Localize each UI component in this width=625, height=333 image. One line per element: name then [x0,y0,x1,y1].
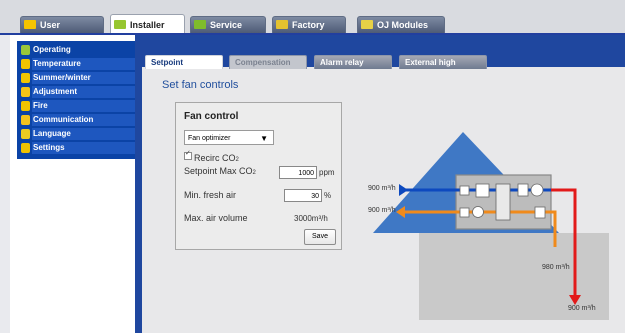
sidebar-item-label: Settings [33,143,65,152]
installer-icon [114,20,126,29]
flow-middle-label: 900 m³/h [368,207,396,214]
heat-exchanger-icon [475,183,490,198]
supply-fan-icon [530,183,544,197]
sidebar-item-label: Language [33,129,71,138]
save-button[interactable]: Save [304,229,336,245]
flow-bottom-label: 900 m³/h [568,305,596,312]
adjustment-icon [21,87,30,97]
sidebar-item-communication[interactable]: Communication [17,113,135,127]
setpoint-unit: ppm [319,168,335,177]
temperature-icon [21,59,30,69]
service-icon [194,20,206,29]
tab-compensation-label: Compensation [235,58,291,67]
chevron-down-icon: ▼ [260,134,268,143]
tab-service-label: Service [210,20,243,30]
extract-filter-icon [459,207,470,218]
max-air-volume-value: 3000m³/h [294,214,328,223]
operating-icon [21,45,30,55]
setpoint-label: Setpoint Max CO2 [184,166,256,176]
tab-factory-label: Factory [292,20,325,30]
min-fresh-air-unit: % [324,191,332,200]
page-title: Set fan controls [162,79,239,91]
tab-setpoint[interactable]: Setpoint [145,55,223,69]
summer-winter-icon [21,73,30,83]
flow-right-label: 980 m³/h [542,264,570,271]
heater-icon [517,183,529,197]
user-icon [24,20,36,29]
extract-sensor-icon [534,206,546,219]
tab-user[interactable]: User [20,16,104,33]
sidebar-item-label: Fire [33,101,48,110]
tab-alarm-relay-label: Alarm relay [320,58,364,67]
setpoint-subscript: 2 [252,170,256,176]
tab-compensation[interactable]: Compensation [229,55,307,69]
recirc-co2-label: Recirc CO [194,153,236,163]
tab-factory[interactable]: Factory [272,16,346,33]
sidebar-item-summer-winter[interactable]: Summer/winter [17,71,135,85]
sidebar-item-label: Operating [33,45,71,54]
tab-alarm-relay[interactable]: Alarm relay [314,55,392,69]
sidebar-item-operating[interactable]: Operating [17,43,135,57]
top-tab-bar: User Installer Service Factory OJ Module… [0,0,625,34]
min-fresh-air-input[interactable]: 30 [284,189,322,202]
sidebar-item-language[interactable]: Language [17,127,135,141]
language-icon [21,129,30,139]
sidebar-item-label: Temperature [33,59,81,68]
tab-external-high[interactable]: External high [399,55,487,69]
tab-installer[interactable]: Installer [110,14,185,34]
tab-installer-label: Installer [130,20,165,30]
sidebar-item-temperature[interactable]: Temperature [17,57,135,71]
extract-fan-icon [472,206,484,218]
tab-user-label: User [40,20,61,30]
fan-control-box: Fan control Fan optimizer▼ Recirc CO2 Se… [175,102,342,250]
fan-mode-value: Fan optimizer [188,135,231,142]
sidebar-item-label: Summer/winter [33,73,91,82]
settings-icon [21,143,30,153]
tab-setpoint-label: Setpoint [151,58,183,67]
setpoint-label-text: Setpoint Max CO [184,166,253,176]
sidebar-item-fire[interactable]: Fire [17,99,135,113]
modules-icon [361,20,373,29]
max-air-volume-label: Max. air volume [184,213,248,223]
sidebar-item-label: Adjustment [33,87,77,96]
setpoint-max-co2-input[interactable]: 1000 [279,166,317,179]
sidebar-item-label: Communication [33,115,94,124]
recirc-co2-checkbox[interactable] [184,149,192,160]
fan-mode-select[interactable]: Fan optimizer ▼ [184,130,274,145]
tab-external-high-label: External high [405,58,456,67]
ventilation-diagram [373,132,609,320]
recirc-co2-subscript: 2 [235,157,239,163]
flow-top-label: 900 m³/h [368,185,396,192]
sidebar-item-adjustment[interactable]: Adjustment [17,85,135,99]
fan-control-title: Fan control [184,111,239,122]
rotor-icon [495,183,511,221]
tab-service[interactable]: Service [190,16,266,33]
min-fresh-air-label: Min. fresh air [184,190,237,200]
sidebar-item-settings[interactable]: Settings [17,141,135,155]
communication-icon [21,115,30,125]
tab-oj-modules[interactable]: OJ Modules [357,16,445,33]
filter-icon [459,185,470,196]
tab-oj-modules-label: OJ Modules [377,20,429,30]
recirc-co2-row[interactable]: Recirc CO2 [184,149,239,163]
blue-arrow-icon [399,184,408,196]
factory-icon [276,20,288,29]
fire-icon [21,101,30,111]
sidebar-menu: Operating Temperature Summer/winter Adju… [17,41,135,159]
